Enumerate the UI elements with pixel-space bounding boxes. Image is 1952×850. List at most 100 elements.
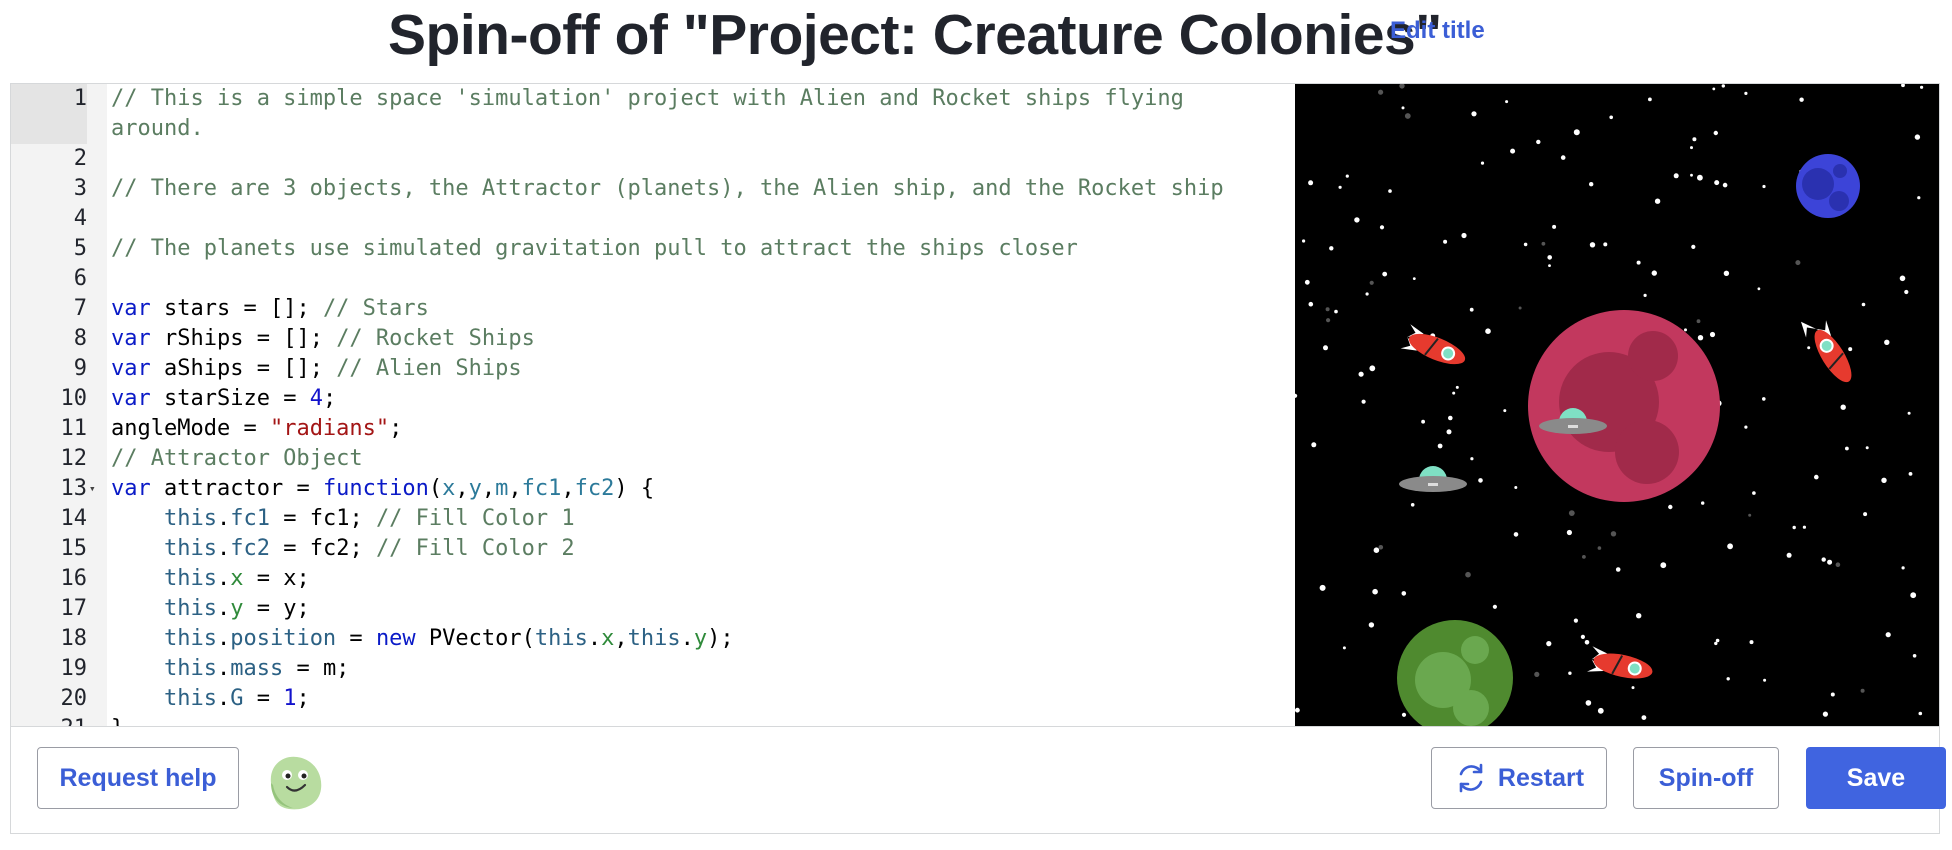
code-line[interactable]: 12 // Attractor Object <box>11 444 1295 474</box>
star <box>1368 622 1375 628</box>
code-line[interactable]: 20 this.G = 1; <box>11 684 1295 714</box>
star <box>1609 115 1613 120</box>
star <box>1907 411 1911 415</box>
star <box>1918 711 1923 716</box>
star <box>1723 270 1730 276</box>
code-text: this.position = new PVector(this.x,this.… <box>163 626 734 651</box>
star <box>1802 525 1806 529</box>
line-number: 2 <box>73 146 87 171</box>
star <box>1437 443 1443 449</box>
star <box>1727 543 1733 550</box>
code-line[interactable]: 4 <box>11 204 1295 234</box>
code-text: // There are 3 objects, the Attractor (p… <box>111 176 1224 201</box>
line-number: 10 <box>60 386 88 411</box>
star <box>1382 271 1388 277</box>
line-number: 9 <box>73 356 87 381</box>
code-text: var attractor = function(x,y,m,fc1,fc2) … <box>111 476 655 501</box>
line-number: 14 <box>60 506 88 531</box>
line-number: 1 <box>11 84 87 144</box>
star <box>1505 100 1509 104</box>
star <box>1372 588 1378 595</box>
star <box>1510 148 1516 154</box>
star <box>1845 446 1849 451</box>
code-line[interactable]: 5 // The planets use simulated gravitatio… <box>11 234 1295 264</box>
star <box>1762 397 1766 401</box>
star <box>1342 646 1346 650</box>
blue-planet-crater <box>1829 191 1849 211</box>
star <box>1546 641 1552 647</box>
star <box>1401 591 1407 596</box>
fold-toggle-icon[interactable]: ▾ <box>89 474 101 504</box>
code-line[interactable]: 19 this.mass = m; <box>11 654 1295 684</box>
code-line[interactable]: 11 angleMode = "radians"; <box>11 414 1295 444</box>
star <box>1379 225 1385 230</box>
line-number: 11 <box>60 416 88 441</box>
spinoff-button[interactable]: Spin-off <box>1633 747 1779 809</box>
star <box>1914 134 1921 140</box>
star <box>1822 711 1828 717</box>
request-help-button[interactable]: Request help <box>37 747 239 809</box>
star <box>1912 654 1917 658</box>
star <box>1821 557 1826 562</box>
code-line[interactable]: 1 // This is a simple space 'simulation' … <box>11 84 1295 144</box>
code-line[interactable]: 2 <box>11 144 1295 174</box>
star <box>1881 477 1887 483</box>
title-bar: Spin-off of "Project: Creature Colonies"… <box>0 0 1952 82</box>
star <box>1401 106 1405 110</box>
code-text: // The planets use simulated gravitation… <box>111 236 1078 261</box>
star <box>1421 419 1425 424</box>
star <box>1597 546 1602 550</box>
code-line[interactable]: 3 // There are 3 objects, the Attractor (… <box>11 174 1295 204</box>
star <box>1714 641 1718 646</box>
star <box>1814 474 1819 480</box>
code-line[interactable]: 8 var rShips = []; // Rocket Ships <box>11 324 1295 354</box>
code-text: this.y = y; <box>163 596 310 621</box>
restart-button[interactable]: Restart <box>1431 747 1607 809</box>
star <box>1534 671 1540 678</box>
star <box>1603 242 1608 247</box>
code-line[interactable]: 7 var stars = []; // Stars <box>11 294 1295 324</box>
star <box>1412 277 1416 280</box>
star <box>1573 129 1580 136</box>
code-line[interactable]: 17 this.y = y; <box>11 594 1295 624</box>
blue-planet-crater <box>1802 168 1834 200</box>
code-line[interactable]: 14 this.fc1 = fc1; // Fill Color 1 <box>11 504 1295 534</box>
star <box>1448 415 1453 421</box>
star <box>1920 85 1924 89</box>
star <box>1795 260 1801 266</box>
line-number: 8 <box>73 326 87 351</box>
star <box>1541 241 1546 246</box>
star <box>1597 707 1604 714</box>
code-lines[interactable]: 1 // This is a simple space 'simulation' … <box>11 84 1295 727</box>
restart-label: Restart <box>1497 763 1585 792</box>
code-line[interactable]: 16 this.x = x; <box>11 564 1295 594</box>
program-canvas[interactable] <box>1295 84 1939 727</box>
star <box>1311 442 1317 448</box>
code-line[interactable]: 15 this.fc2 = fc2; // Fill Color 2 <box>11 534 1295 564</box>
star <box>1404 113 1411 119</box>
edit-title-link[interactable]: Edit title <box>1390 17 1485 45</box>
star <box>1580 634 1585 640</box>
code-line[interactable]: 9 var aShips = []; // Alien Ships <box>11 354 1295 384</box>
star <box>1513 532 1519 537</box>
star <box>1792 525 1796 530</box>
code-line[interactable]: 6 <box>11 264 1295 294</box>
star <box>1692 137 1697 142</box>
code-line[interactable]: 18 this.position = new PVector(this.x,th… <box>11 624 1295 654</box>
code-line[interactable]: 10 var starSize = 4; <box>11 384 1295 414</box>
star <box>1697 174 1703 181</box>
star <box>1552 224 1557 229</box>
star <box>1631 686 1635 690</box>
star <box>1904 289 1909 295</box>
star <box>1697 335 1704 341</box>
save-button[interactable]: Save <box>1806 747 1946 809</box>
code-line[interactable]: 13 ▾ var attractor = function(x,y,m,fc1,fc… <box>11 474 1295 504</box>
code-text: this.fc1 = fc1; // Fill Color 1 <box>163 506 575 531</box>
star <box>1885 632 1891 638</box>
star <box>1799 97 1804 102</box>
code-editor[interactable]: 1 // This is a simple space 'simulation' … <box>11 84 1295 727</box>
star <box>1523 242 1528 247</box>
star <box>1573 618 1578 623</box>
star <box>1722 182 1728 188</box>
star <box>1338 185 1342 189</box>
